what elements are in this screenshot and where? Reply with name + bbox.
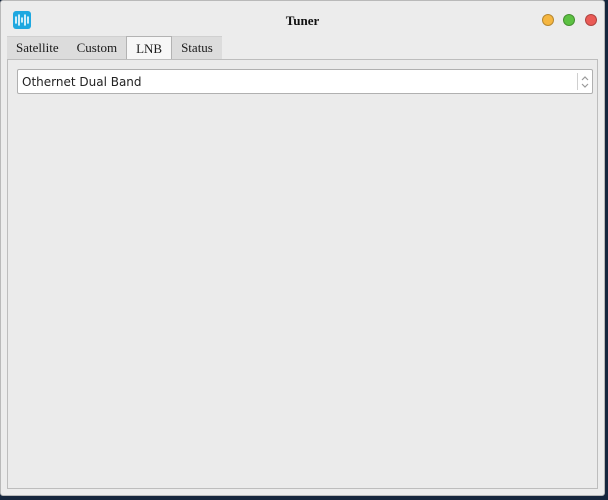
title-bar[interactable]: Tuner xyxy=(1,1,604,36)
tab-status[interactable]: Status xyxy=(172,36,222,59)
window-title: Tuner xyxy=(285,13,320,28)
lnb-tab-panel: Othernet Dual Band xyxy=(7,59,598,489)
minimize-button[interactable] xyxy=(542,14,554,26)
close-button[interactable] xyxy=(585,14,597,26)
chevron-up-down-icon xyxy=(581,76,589,88)
maximize-button[interactable] xyxy=(563,14,575,26)
lnb-type-select-value: Othernet Dual Band xyxy=(22,74,142,89)
tab-bar: Satellite Custom LNB Status xyxy=(7,36,222,60)
select-divider xyxy=(577,73,578,90)
tuner-window: Tuner Satellite Custom LNB Status Othern… xyxy=(0,0,605,496)
tab-lnb[interactable]: LNB xyxy=(126,36,173,60)
tab-custom[interactable]: Custom xyxy=(67,36,127,59)
lnb-type-select[interactable]: Othernet Dual Band xyxy=(17,69,593,94)
tab-satellite[interactable]: Satellite xyxy=(7,36,68,59)
